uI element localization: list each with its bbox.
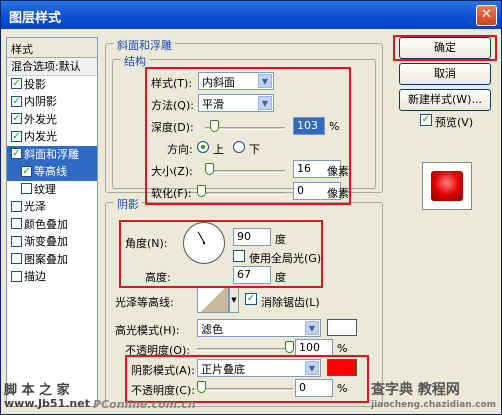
- style-list-label: 描边: [24, 270, 46, 283]
- highlight-opacity-track[interactable]: [197, 348, 293, 351]
- style-checkbox[interactable]: [11, 270, 22, 282]
- chevron-down-icon: ▼: [305, 321, 319, 335]
- style-list-item[interactable]: 图案叠加: [7, 251, 97, 269]
- dialog-title: 图层样式: [9, 11, 62, 26]
- style-list-label: 外发光: [24, 112, 57, 126]
- highlight-mode-value: 滤色: [201, 323, 223, 336]
- ok-highlight-box: [393, 35, 497, 61]
- style-list-item[interactable]: 渐变叠加: [7, 233, 97, 251]
- style-list-item[interactable]: ✓ 内发光: [7, 128, 97, 146]
- style-checkbox[interactable]: [21, 183, 32, 194]
- preview-checkbox[interactable]: ✓: [420, 114, 432, 126]
- blend-options-item[interactable]: 混合选项:默认: [7, 58, 97, 76]
- style-checkbox[interactable]: ✓: [11, 148, 22, 159]
- style-list-label: 光泽: [24, 200, 46, 213]
- style-list: 样式 混合选项:默认 ✓ 投影 ✓ 内阴影 ✓ 外发光 ✓ 内发光 ✓ 斜面和浮雕 ✓ 等高线 纹理 光泽…: [6, 37, 98, 407]
- style-list-label: 图案叠加: [24, 252, 68, 266]
- style-list-item[interactable]: ✓ 等高线: [7, 163, 97, 181]
- watermark-chazidian-url: jiaocheng.chazidian.com: [371, 400, 497, 410]
- highlight-opacity-unit: %: [337, 342, 348, 355]
- style-checkbox[interactable]: ✓: [11, 130, 22, 142]
- style-list-item[interactable]: ✓ 外发光: [7, 111, 97, 129]
- style-checkbox[interactable]: ✓: [11, 78, 22, 89]
- angle-highlight-box: [119, 220, 323, 288]
- chevron-down-icon[interactable]: ▼: [229, 287, 239, 313]
- antialias-checkbox[interactable]: ✓: [245, 293, 257, 305]
- bevel-emboss-panel: 斜面和浮雕 结构 阴影 样式(T): 内斜面 ▼ 方法(Q): 平滑 ▼ 深度(…: [105, 37, 385, 407]
- style-list-label: 纹理: [34, 182, 56, 196]
- style-checkbox[interactable]: [11, 200, 22, 212]
- preview-thumbnail: [431, 171, 463, 201]
- cancel-button[interactable]: 取消: [399, 63, 491, 85]
- style-checkbox[interactable]: ✓: [11, 95, 22, 107]
- style-list-item[interactable]: 纹理: [7, 181, 97, 199]
- shading-title: 阴影: [114, 196, 142, 212]
- layer-style-dialog: 图层样式 ✕ 样式 混合选项:默认 ✓ 投影 ✓ 内阴影 ✓ 外发光 ✓ 内发光 ✓ 斜面和浮雕 ✓…: [0, 0, 502, 415]
- dialog-body: 样式 混合选项:默认 ✓ 投影 ✓ 内阴影 ✓ 外发光 ✓ 内发光 ✓ 斜面和浮雕 ✓ 等高线 纹理 光泽…: [1, 29, 501, 414]
- style-list-label: 斜面和浮雕: [24, 147, 79, 161]
- gloss-contour-label: 光泽等高线:: [115, 296, 174, 309]
- style-list-label: 渐变叠加: [24, 235, 68, 248]
- watermark-jb51-title: 脚 本 之 家: [4, 383, 70, 398]
- style-list-item[interactable]: 颜色叠加: [7, 216, 97, 234]
- structure-highlight-box: [145, 67, 351, 205]
- style-checkbox[interactable]: [11, 218, 22, 229]
- preview-swatch: [422, 162, 472, 210]
- bevel-section-title: 斜面和浮雕: [114, 37, 175, 53]
- new-style-button[interactable]: 新建样式(W)...: [399, 89, 491, 111]
- style-list-item[interactable]: 描边: [7, 268, 97, 286]
- watermark-pconline: PConline.com.cn: [93, 398, 196, 411]
- style-list-item[interactable]: 光泽: [7, 198, 97, 216]
- highlight-color-swatch[interactable]: [327, 319, 357, 336]
- style-list-label: 内阴影: [24, 95, 57, 108]
- highlight-opacity-thumb[interactable]: [285, 341, 294, 353]
- style-list-label: 等高线: [34, 165, 67, 178]
- shadow-highlight-box: [125, 355, 369, 403]
- style-checkbox[interactable]: [11, 235, 22, 247]
- style-list-label: 投影: [24, 77, 46, 91]
- watermark-chazidian-title: 查字典 教程网: [371, 382, 460, 398]
- style-list-header[interactable]: 样式: [7, 38, 97, 58]
- style-list-label: 颜色叠加: [24, 217, 68, 231]
- style-list-label: 内发光: [24, 130, 57, 143]
- style-list-item[interactable]: ✓ 内阴影: [7, 93, 97, 111]
- highlight-mode-label: 高光模式(H):: [115, 324, 180, 337]
- style-checkbox[interactable]: ✓: [11, 113, 22, 124]
- style-list-item[interactable]: ✓ 投影: [7, 76, 97, 94]
- style-list-item[interactable]: ✓ 斜面和浮雕: [7, 145, 97, 163]
- preview-label: 预览(V): [435, 116, 474, 129]
- antialias-label: 消除锯齿(L): [261, 296, 320, 309]
- style-checkbox[interactable]: ✓: [21, 165, 32, 177]
- title-bar: 图层样式 ✕: [1, 1, 501, 29]
- close-button[interactable]: ✕: [476, 5, 497, 26]
- highlight-mode-select[interactable]: 滤色 ▼: [197, 319, 321, 337]
- gloss-contour-picker[interactable]: [197, 287, 229, 313]
- watermark-jb51-url: www.Jb51.net: [4, 397, 90, 410]
- style-checkbox[interactable]: [11, 253, 22, 264]
